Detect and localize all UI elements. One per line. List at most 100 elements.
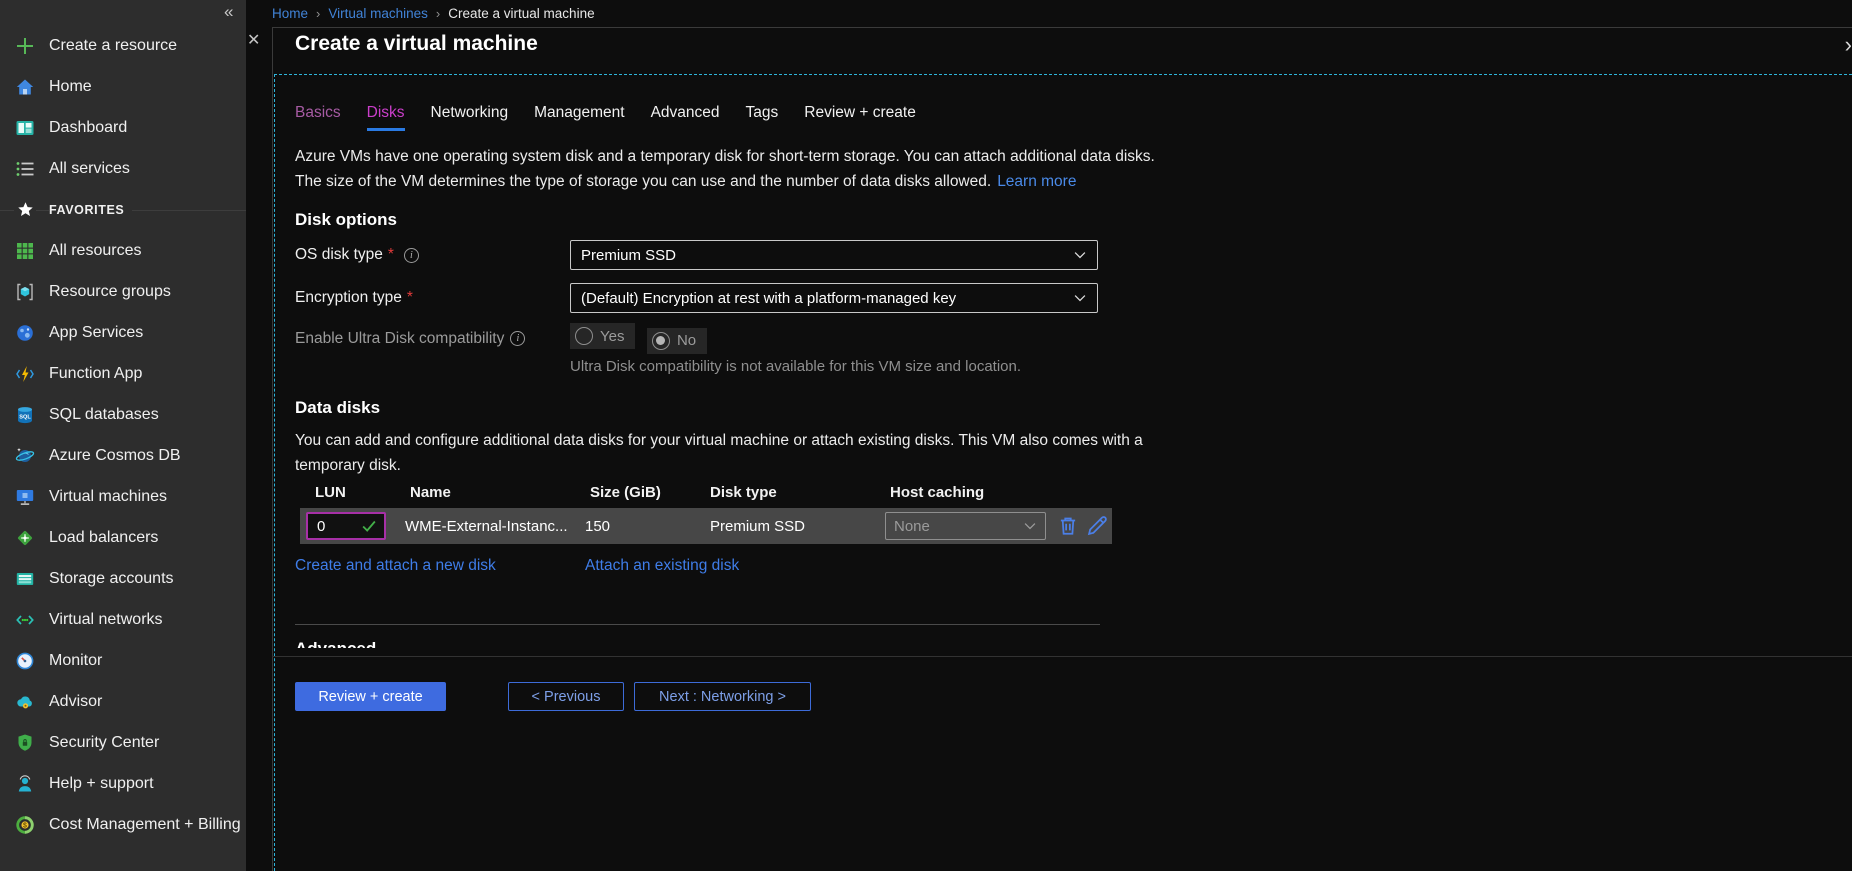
- sidebar-item-label: Monitor: [49, 652, 102, 670]
- column-header-size-gib: Size (GiB): [590, 484, 661, 501]
- sidebar-item-label: Create a resource: [49, 37, 177, 55]
- learn-more-link[interactable]: Learn more: [997, 173, 1076, 190]
- sidebar-item-all-services[interactable]: All services: [0, 148, 246, 189]
- sidebar-item-cost-management-billing[interactable]: $Cost Management + Billing: [0, 804, 246, 845]
- tab-advanced[interactable]: Advanced: [651, 104, 720, 131]
- panel-left-border: [272, 27, 273, 871]
- review-create-button[interactable]: Review + create: [295, 682, 446, 711]
- sidebar-item-all-resources[interactable]: All resources: [0, 230, 246, 271]
- sidebar-item-label: Advisor: [49, 693, 102, 711]
- sidebar-item-sql-databases[interactable]: SQL SQL databases: [0, 394, 246, 435]
- tab-bar: Basics Disks Networking Management Advanced T…: [295, 104, 1305, 131]
- tab-disks[interactable]: Disks: [367, 104, 405, 131]
- table-header-row: LUNNameSize (GiB)Disk typeHost caching: [300, 484, 1112, 506]
- tab-basics[interactable]: Basics: [295, 104, 341, 131]
- os-disk-type-row: OS disk type*i Premium SSD: [295, 240, 1305, 270]
- sidebar-collapse-icon[interactable]: «: [224, 2, 233, 22]
- ultra-disk-radio-yes[interactable]: Yes: [570, 323, 635, 349]
- sidebar-item-advisor[interactable]: Advisor: [0, 681, 246, 722]
- clipped-next-section-heading: Advanced: [295, 639, 1305, 648]
- intro-text: Azure VMs have one operating system disk…: [295, 144, 1285, 194]
- create-attach-disk-link[interactable]: Create and attach a new disk: [295, 557, 496, 575]
- sidebar-item-label: Storage accounts: [49, 570, 174, 588]
- svg-text:SQL: SQL: [19, 414, 31, 420]
- sidebar-item-label: All resources: [49, 242, 141, 260]
- sidebar-item-label: App Services: [49, 324, 143, 342]
- data-disks-table: LUNNameSize (GiB)Disk typeHost caching 0…: [300, 484, 1112, 544]
- virtual-networks-icon: [14, 609, 36, 631]
- disk-size-cell: 150: [585, 508, 610, 544]
- virtual-machines-icon: [14, 486, 36, 508]
- load-balancers-icon: [14, 527, 36, 549]
- sidebar-item-home[interactable]: Home: [0, 66, 246, 107]
- chevron-down-icon: [1023, 519, 1037, 533]
- os-disk-type-label: OS disk type*i: [295, 246, 570, 264]
- sidebar: Create a resource Home Dashboard All servic…: [0, 0, 246, 871]
- cosmos-db-icon: [14, 445, 36, 467]
- info-icon[interactable]: i: [404, 248, 419, 263]
- table-row: 0 WME-External-Instanc... 150 Premium SS…: [300, 508, 1112, 544]
- tab-tags[interactable]: Tags: [746, 104, 779, 131]
- ultra-disk-radio-no[interactable]: No: [647, 328, 707, 354]
- sidebar-item-security-center[interactable]: Security Center: [0, 722, 246, 763]
- intro-line2: The size of the VM determines the type o…: [295, 173, 991, 190]
- page-title: Create a virtual machine: [295, 32, 538, 56]
- sidebar-item-storage-accounts[interactable]: Storage accounts: [0, 558, 246, 599]
- sidebar-item-virtual-machines[interactable]: Virtual machines: [0, 476, 246, 517]
- sidebar-item-label: Dashboard: [49, 119, 127, 137]
- sidebar-item-label: Cost Management + Billing: [49, 816, 241, 834]
- close-icon[interactable]: ✕: [247, 30, 260, 50]
- info-icon[interactable]: i: [510, 331, 525, 346]
- next-networking-button[interactable]: Next : Networking >: [634, 682, 811, 711]
- sidebar-item-label: SQL databases: [49, 406, 159, 424]
- panel-top-border: [272, 27, 1852, 28]
- highlight-dashed-top: [274, 74, 1852, 75]
- sidebar-item-function-app[interactable]: Function App: [0, 353, 246, 394]
- sidebar-item-azure-cosmos-db[interactable]: Azure Cosmos DB: [0, 435, 246, 476]
- sidebar-item-resource-groups[interactable]: Resource groups: [0, 271, 246, 312]
- create-resource-icon: [14, 35, 36, 57]
- tab-review-create[interactable]: Review + create: [804, 104, 916, 131]
- valid-check-icon: [360, 517, 378, 535]
- sidebar-item-label: Function App: [49, 365, 142, 383]
- lun-input[interactable]: 0: [306, 512, 386, 540]
- tab-management[interactable]: Management: [534, 104, 624, 131]
- os-disk-type-dropdown[interactable]: Premium SSD: [570, 240, 1098, 270]
- home-icon: [14, 76, 36, 98]
- ultra-disk-label: Enable Ultra Disk compatibilityi: [295, 330, 570, 348]
- sidebar-item-dashboard[interactable]: Dashboard: [0, 107, 246, 148]
- ultra-disk-radio-group: Yes No: [570, 323, 707, 354]
- sidebar-item-help-support[interactable]: Help + support: [0, 763, 246, 804]
- attach-existing-disk-link[interactable]: Attach an existing disk: [585, 557, 739, 575]
- panel-expand-icon[interactable]: ›: [1845, 32, 1852, 58]
- breadcrumb-virtual-machines[interactable]: Virtual machines: [328, 6, 428, 21]
- sidebar-item-label: Azure Cosmos DB: [49, 447, 181, 465]
- help-support-icon: [14, 773, 36, 795]
- column-header-disk-type: Disk type: [710, 484, 777, 501]
- radio-unselected-icon: [575, 327, 593, 345]
- sidebar-item-label: Resource groups: [49, 283, 171, 301]
- delete-disk-icon[interactable]: [1057, 515, 1079, 537]
- radio-selected-icon: [652, 332, 670, 350]
- encryption-type-row: Encryption type* (Default) Encryption at…: [295, 283, 1305, 313]
- encryption-type-label: Encryption type*: [295, 289, 570, 307]
- chevron-down-icon: [1073, 291, 1087, 305]
- sidebar-item-virtual-networks[interactable]: Virtual networks: [0, 599, 246, 640]
- function-app-icon: [14, 363, 36, 385]
- ultra-disk-row: Enable Ultra Disk compatibilityi Yes No: [295, 325, 1305, 352]
- sidebar-item-create-a-resource[interactable]: Create a resource: [0, 25, 246, 66]
- host-caching-dropdown[interactable]: None: [885, 512, 1046, 540]
- breadcrumb-home[interactable]: Home: [272, 6, 308, 21]
- encryption-type-dropdown[interactable]: (Default) Encryption at rest with a plat…: [570, 283, 1098, 313]
- previous-button[interactable]: < Previous: [508, 682, 624, 711]
- resource-groups-icon: [14, 281, 36, 303]
- sidebar-item-monitor[interactable]: Monitor: [0, 640, 246, 681]
- all-services-icon: [14, 158, 36, 180]
- chevron-down-icon: [1073, 248, 1087, 262]
- tab-networking[interactable]: Networking: [431, 104, 509, 131]
- sidebar-item-load-balancers[interactable]: Load balancers: [0, 517, 246, 558]
- sidebar-item-app-services[interactable]: App Services: [0, 312, 246, 353]
- edit-disk-icon[interactable]: [1086, 515, 1108, 537]
- section-divider: [295, 624, 1100, 625]
- advisor-icon: [14, 691, 36, 713]
